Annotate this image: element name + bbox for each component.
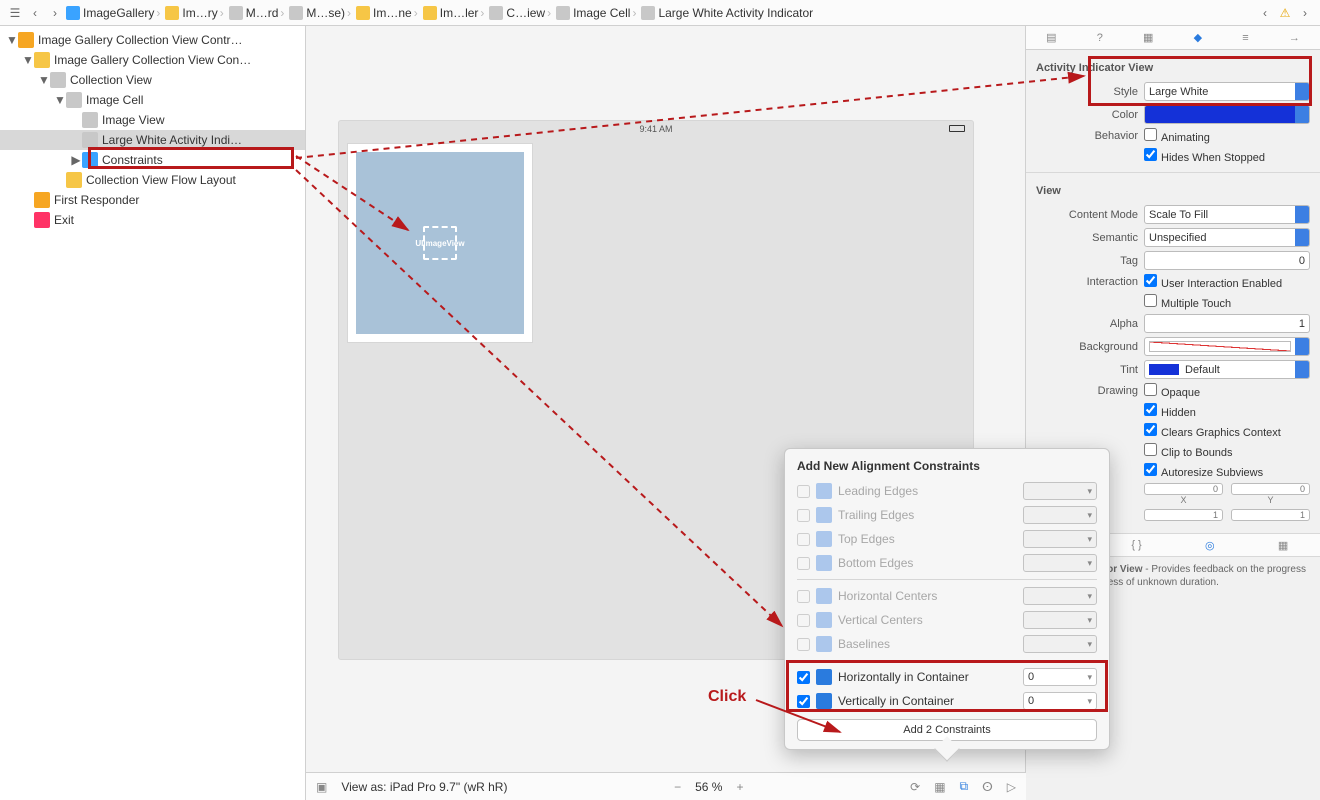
- outline-row[interactable]: ▼Image Gallery Collection View Con…: [0, 50, 305, 70]
- outline-row[interactable]: ▼Image Cell: [0, 90, 305, 110]
- clip-checkbox[interactable]: [1144, 443, 1157, 456]
- view-as-label[interactable]: View as: iPad Pro 9.7" (wR hR): [341, 780, 507, 794]
- inspector-tabs: ▤ ? ▦ ◆ ≡ →: [1026, 26, 1320, 50]
- update-frames-icon[interactable]: ⟳: [910, 780, 920, 794]
- breadcrumb-item[interactable]: ›Im…ler: [412, 6, 479, 20]
- annotation-click-label: Click: [708, 688, 746, 706]
- align-option: Baselines: [785, 632, 1109, 656]
- clears-checkbox[interactable]: [1144, 423, 1157, 436]
- identity-tab[interactable]: ▦: [1143, 31, 1153, 44]
- related-items-icon[interactable]: ☰: [6, 4, 24, 22]
- align-option[interactable]: Vertically in Container0: [785, 689, 1109, 713]
- lib-media-tab[interactable]: ▦: [1278, 539, 1288, 552]
- x-field[interactable]: 0: [1144, 483, 1223, 495]
- activity-section-title: Activity Indicator View: [1026, 56, 1320, 80]
- outline-row[interactable]: ▼Collection View: [0, 70, 305, 90]
- breadcrumb-bar: ☰ ‹ › ImageGallery›Im…ry›M…rd›M…se)›Im…n…: [0, 0, 1320, 26]
- outline-row[interactable]: Image View: [0, 110, 305, 130]
- breadcrumb-item[interactable]: ›C…iew: [478, 6, 545, 20]
- outline-row[interactable]: ▼Image Gallery Collection View Contr…: [0, 30, 305, 50]
- alpha-field[interactable]: 1: [1144, 314, 1310, 333]
- align-option: Trailing Edges: [785, 503, 1109, 527]
- zoom-in-button[interactable]: +: [736, 780, 743, 794]
- align-option: Leading Edges: [785, 479, 1109, 503]
- tint-select[interactable]: Default: [1144, 360, 1310, 379]
- uie-checkbox[interactable]: [1144, 274, 1157, 287]
- autoresize-checkbox[interactable]: [1144, 463, 1157, 476]
- hidden-checkbox[interactable]: [1144, 403, 1157, 416]
- color-select[interactable]: [1144, 105, 1310, 124]
- align-option: Horizontal Centers: [785, 584, 1109, 608]
- align-option: Top Edges: [785, 527, 1109, 551]
- hides-checkbox[interactable]: [1144, 148, 1157, 161]
- align-option[interactable]: Horizontally in Container0: [785, 665, 1109, 689]
- outline-row[interactable]: Exit: [0, 210, 305, 230]
- zoom-label: 56 %: [695, 780, 722, 794]
- connections-tab[interactable]: →: [1289, 32, 1300, 44]
- behavior-label: Behavior: [1036, 130, 1138, 142]
- image-view[interactable]: UIImageView: [356, 152, 524, 334]
- image-cell[interactable]: UIImageView: [347, 143, 533, 343]
- breadcrumb-item[interactable]: ›Large White Activity Indicator: [630, 6, 813, 20]
- tag-field[interactable]: 0: [1144, 251, 1310, 270]
- breadcrumb-item[interactable]: ›M…rd: [218, 6, 279, 20]
- outline-row[interactable]: First Responder: [0, 190, 305, 210]
- multitouch-checkbox[interactable]: [1144, 294, 1157, 307]
- device-config-icon[interactable]: ▣: [316, 780, 327, 794]
- align-option: Vertical Centers: [785, 608, 1109, 632]
- color-label: Color: [1036, 109, 1138, 121]
- size-tab[interactable]: ≡: [1242, 32, 1248, 44]
- lib-code-tab[interactable]: { }: [1131, 539, 1141, 551]
- bg-select[interactable]: [1144, 337, 1310, 356]
- w-field[interactable]: 1: [1144, 509, 1223, 521]
- outline-row[interactable]: Collection View Flow Layout: [0, 170, 305, 190]
- resolve-icon[interactable]: ▷: [1007, 780, 1016, 794]
- warning-icon[interactable]: ⚠: [1276, 4, 1294, 22]
- document-outline: ▼Image Gallery Collection View Contr…▼Im…: [0, 26, 306, 800]
- attributes-tab[interactable]: ◆: [1194, 31, 1202, 44]
- breadcrumb-item[interactable]: ›Image Cell: [545, 6, 630, 20]
- style-label: Style: [1036, 86, 1138, 98]
- activity-indicator[interactable]: UIImageView: [423, 226, 457, 260]
- jump-back-icon[interactable]: ‹: [1256, 4, 1274, 22]
- outline-row[interactable]: Large White Activity Indi…: [0, 130, 305, 150]
- status-time: 9:41 AM: [639, 124, 672, 134]
- canvas-toolbar: ▣ View as: iPad Pro 9.7" (wR hR) − 56 % …: [306, 772, 1026, 800]
- breadcrumb-item[interactable]: ›Im…ry: [154, 6, 217, 20]
- align-popover: Add New Alignment Constraints Leading Ed…: [784, 448, 1110, 750]
- outline-row[interactable]: ▶Constraints: [0, 150, 305, 170]
- battery-icon: [949, 125, 965, 132]
- back-button[interactable]: ‹: [26, 4, 44, 22]
- status-bar: 9:41 AM: [339, 121, 973, 137]
- style-select[interactable]: Large White: [1144, 82, 1310, 101]
- file-inspector-tab[interactable]: ▤: [1046, 31, 1056, 44]
- breadcrumb-item[interactable]: ›M…se): [278, 6, 345, 20]
- align-option: Bottom Edges: [785, 551, 1109, 575]
- zoom-out-button[interactable]: −: [674, 780, 681, 794]
- embed-icon[interactable]: ▦: [934, 780, 945, 794]
- breadcrumb-item[interactable]: ImageGallery: [66, 6, 154, 20]
- popover-title: Add New Alignment Constraints: [785, 459, 1109, 479]
- animating-checkbox[interactable]: [1144, 128, 1157, 141]
- quickhelp-tab[interactable]: ?: [1097, 32, 1103, 44]
- lib-object-tab[interactable]: ◎: [1205, 539, 1215, 552]
- pin-icon[interactable]: ⵙ: [982, 780, 993, 794]
- semantic-select[interactable]: Unspecified: [1144, 228, 1310, 247]
- forward-button[interactable]: ›: [46, 4, 64, 22]
- view-section-title: View: [1026, 179, 1320, 203]
- contentmode-select[interactable]: Scale To Fill: [1144, 205, 1310, 224]
- h-field[interactable]: 1: [1231, 509, 1310, 521]
- y-field[interactable]: 0: [1231, 483, 1310, 495]
- breadcrumb-item[interactable]: ›Im…ne: [345, 6, 412, 20]
- jump-fwd-icon[interactable]: ›: [1296, 4, 1314, 22]
- align-icon[interactable]: ⧉: [960, 779, 969, 794]
- opaque-checkbox[interactable]: [1144, 383, 1157, 396]
